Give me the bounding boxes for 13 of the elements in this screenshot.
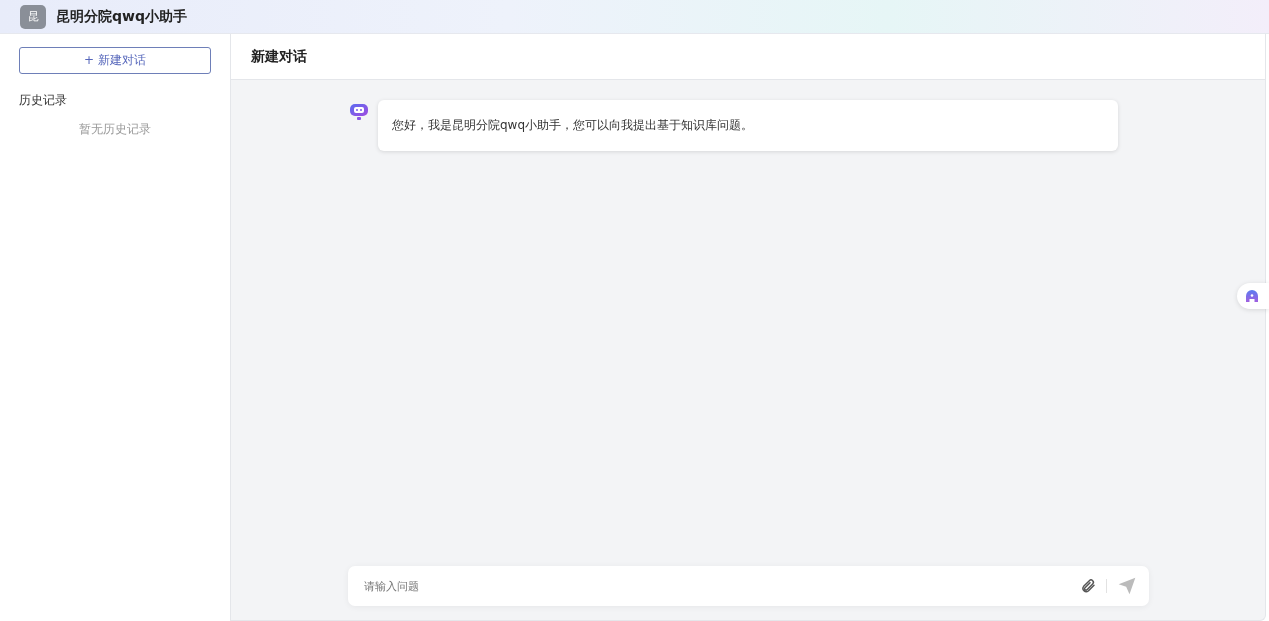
app-title: 昆明分院qwq小助手 [56, 7, 187, 26]
history-heading: 历史记录 [19, 92, 68, 109]
input-bar[interactable]: 请输入问题 [348, 566, 1149, 606]
new-chat-button[interactable]: + 新建对话 [19, 47, 211, 74]
chat-title: 新建对话 [251, 47, 307, 66]
robot-icon [349, 103, 369, 121]
app-logo: 昆 [20, 4, 46, 29]
bot-message: 您好，我是昆明分院qwq小助手，您可以向我提出基于知识库问题。 [378, 100, 1118, 151]
paperclip-icon[interactable] [1080, 578, 1096, 594]
empty-history-text: 暂无历史记录 [78, 121, 152, 138]
floating-assistant-button[interactable] [1237, 283, 1269, 309]
assistant-icon [1245, 289, 1259, 303]
question-input[interactable]: 请输入问题 [362, 578, 1070, 594]
